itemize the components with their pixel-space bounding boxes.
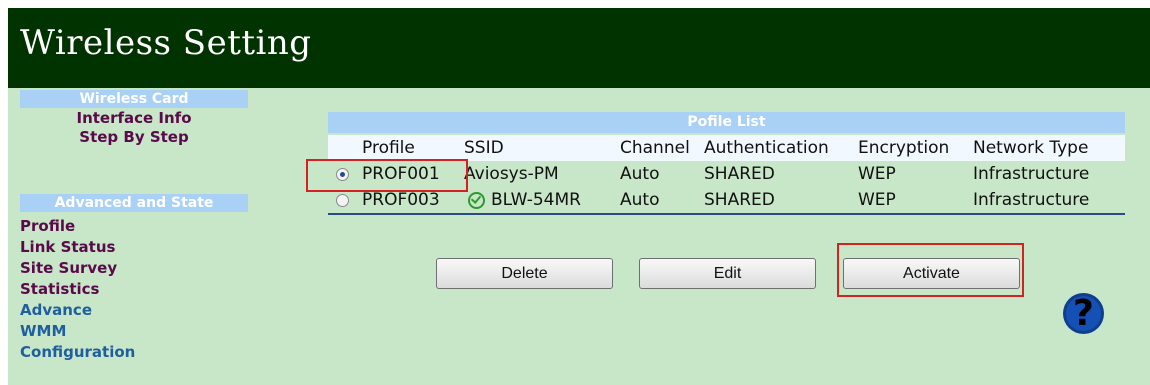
sidebar-item-step-by-step[interactable]: Step By Step <box>20 128 248 146</box>
encryption-cell: WEP <box>858 187 973 215</box>
column-header-network-type: Network Type <box>973 138 1089 158</box>
sidebar-item-interface-info[interactable]: Interface Info <box>20 109 248 127</box>
connected-check-icon <box>468 191 485 209</box>
select-column-header <box>328 135 362 161</box>
column-header-channel: Channel <box>620 138 690 158</box>
sidebar-item-advance[interactable]: Advance <box>20 301 92 319</box>
profile-radio[interactable] <box>336 193 349 207</box>
sidebar-item-site-survey[interactable]: Site Survey <box>20 259 117 277</box>
profile-list-heading: Pofile List <box>328 112 1125 133</box>
delete-button[interactable]: Delete <box>436 258 613 289</box>
highlight-box-activate <box>837 243 1024 297</box>
sidebar-item-wmm[interactable]: WMM <box>20 322 66 340</box>
help-glyph: ? <box>1073 293 1094 334</box>
network-type-cell: Infrastructure <box>973 164 1090 184</box>
authentication-cell: SHARED <box>704 187 858 215</box>
channel-cell: Auto <box>620 187 704 215</box>
channel-cell: Auto <box>620 164 660 184</box>
sidebar-heading-wireless-card: Wireless Card <box>20 90 248 108</box>
sidebar-item-link-status[interactable]: Link Status <box>20 238 115 256</box>
encryption-cell: WEP <box>858 164 896 184</box>
column-header-profile: Profile <box>362 138 415 158</box>
profile-table-header: Profile SSID Channel Authentication Encr… <box>328 135 1125 161</box>
network-type-cell: Infrastructure <box>973 187 1125 215</box>
sidebar: Wireless Card Interface Info Step By Ste… <box>8 90 258 385</box>
ssid-cell: Aviosys-PM <box>464 164 559 184</box>
ssid-cell: BLW-54MR <box>464 187 620 215</box>
authentication-cell: SHARED <box>704 164 775 184</box>
highlight-box-selected-profile <box>306 159 468 192</box>
column-header-authentication: Authentication <box>704 138 829 158</box>
column-header-ssid: SSID <box>464 138 504 158</box>
help-icon[interactable]: ? <box>1063 293 1104 334</box>
edit-button[interactable]: Edit <box>639 258 816 289</box>
sidebar-heading-advanced-and-state: Advanced and State <box>20 194 248 212</box>
ssid-text: BLW-54MR <box>491 190 581 210</box>
sidebar-item-statistics[interactable]: Statistics <box>20 280 99 298</box>
column-header-encryption: Encryption <box>858 138 950 158</box>
header-bar: Wireless Setting <box>8 8 1150 88</box>
sidebar-item-configuration[interactable]: Configuration <box>20 343 135 361</box>
page-frame: Wireless Setting Wireless Card Interface… <box>8 8 1150 385</box>
page-title: Wireless Setting <box>20 23 312 63</box>
sidebar-item-profile[interactable]: Profile <box>20 217 75 235</box>
